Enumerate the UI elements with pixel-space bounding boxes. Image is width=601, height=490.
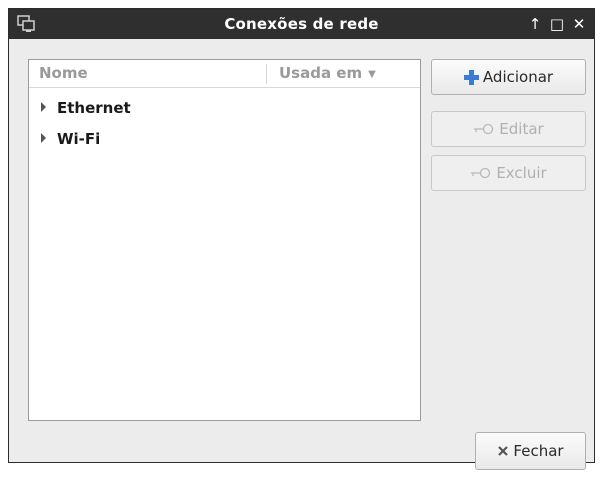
plus-icon: [463, 69, 479, 85]
add-button[interactable]: Adicionar: [431, 59, 586, 95]
close-button-label: Fechar: [513, 441, 564, 460]
column-header-used-in-label: Usada em: [279, 64, 363, 82]
sort-caret-icon: ▼: [368, 69, 376, 80]
edit-button[interactable]: Editar: [431, 111, 586, 147]
list-item-wifi[interactable]: Wi-Fi: [29, 128, 420, 150]
column-header-used-in[interactable]: Usada em ▼: [279, 60, 419, 87]
maximize-icon[interactable]: □: [547, 13, 567, 35]
delete-button[interactable]: Excluir: [431, 155, 586, 191]
expander-arrow-icon[interactable]: [41, 102, 46, 112]
edit-button-label: Editar: [499, 119, 544, 138]
list-item-label: Ethernet: [57, 99, 131, 117]
close-icon[interactable]: ✕: [569, 13, 589, 35]
title-bar[interactable]: Conexões de rede ↑ □ ✕: [9, 9, 594, 39]
add-button-label: Adicionar: [482, 67, 554, 86]
column-separator: [266, 64, 267, 84]
list-item-ethernet[interactable]: Ethernet: [29, 97, 420, 119]
connections-list[interactable]: Nome Usada em ▼ Ethernet Wi-Fi: [28, 59, 421, 421]
list-header: Nome Usada em ▼: [29, 60, 420, 88]
keep-above-icon[interactable]: ↑: [525, 13, 545, 35]
delete-button-label: Excluir: [496, 163, 547, 182]
network-connections-window: Conexões de rede ↑ □ ✕ Nome Usada em ▼ Et…: [8, 8, 595, 470]
close-icon: [497, 445, 509, 457]
close-button[interactable]: Fechar: [475, 432, 586, 470]
key-icon: [473, 123, 495, 135]
column-header-name[interactable]: Nome: [39, 60, 264, 87]
key-icon: [470, 167, 492, 179]
list-item-label: Wi-Fi: [57, 130, 101, 148]
window-title: Conexões de rede: [224, 15, 379, 33]
expander-arrow-icon[interactable]: [41, 133, 46, 143]
